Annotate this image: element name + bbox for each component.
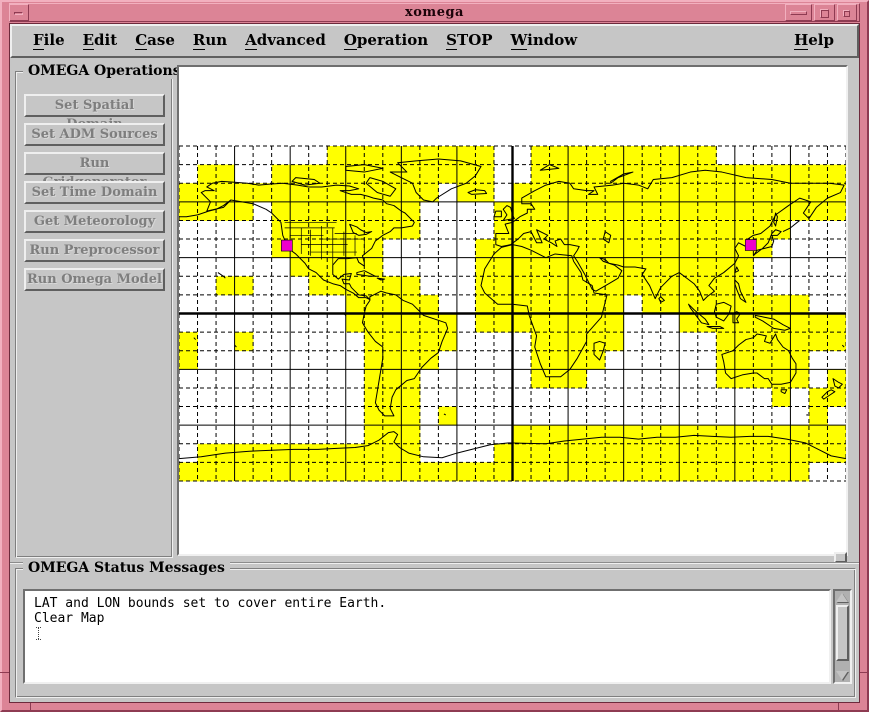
frame-seam bbox=[0, 672, 9, 673]
restore-button[interactable] bbox=[837, 4, 857, 21]
menu-run[interactable]: Run bbox=[184, 26, 236, 55]
status-vertical-scrollbar[interactable] bbox=[833, 589, 852, 684]
maximize-button[interactable] bbox=[814, 4, 835, 21]
world-map-canvas[interactable] bbox=[179, 67, 846, 554]
status-line: Clear Map bbox=[34, 611, 829, 626]
menu-help[interactable]: Help bbox=[785, 26, 843, 55]
menu-operation[interactable]: Operation bbox=[335, 26, 437, 55]
text-cursor bbox=[35, 627, 42, 640]
scroll-up-arrow-icon[interactable] bbox=[836, 593, 848, 602]
frame-seam bbox=[838, 703, 839, 712]
menubar: FileEditCaseRunAdvancedOperationSTOPWind… bbox=[10, 24, 859, 58]
status-text-area[interactable]: LAT and LON bounds set to cover entire E… bbox=[23, 589, 831, 684]
minimize-button[interactable] bbox=[785, 4, 812, 21]
button-run-omega-model[interactable]: Run Omega Model bbox=[24, 268, 165, 291]
maximize-icon bbox=[820, 9, 829, 18]
restore-icon bbox=[843, 10, 850, 17]
window-title: xomega bbox=[10, 5, 859, 20]
map-viewport[interactable] bbox=[177, 65, 848, 556]
scrollbar-thumb[interactable] bbox=[836, 605, 849, 661]
menu-case[interactable]: Case bbox=[126, 26, 184, 55]
menu-window[interactable]: Window bbox=[502, 26, 587, 55]
menu-advanced[interactable]: Advanced bbox=[236, 26, 335, 55]
button-set-spatial-domain[interactable]: Set Spatial Domain bbox=[24, 94, 165, 117]
frame-seam bbox=[860, 672, 869, 673]
button-run-preprocessor[interactable]: Run Preprocessor bbox=[24, 239, 165, 262]
scroll-down-arrow-icon[interactable] bbox=[836, 671, 848, 680]
minimize-icon bbox=[790, 11, 807, 15]
menu-file[interactable]: File bbox=[24, 26, 74, 55]
status-lines: LAT and LON bounds set to cover entire E… bbox=[34, 596, 829, 626]
button-set-adm-sources[interactable]: Set ADM Sources bbox=[24, 123, 165, 146]
menu-stop[interactable]: STOP bbox=[437, 26, 501, 55]
frame-seam bbox=[30, 703, 31, 712]
omega-operations-frame: OMEGA Operations Set Spatial DomainSet A… bbox=[15, 71, 173, 558]
titlebar[interactable]: xomega bbox=[9, 3, 860, 22]
button-run-gridgenerator[interactable]: Run Gridgenerator bbox=[24, 152, 165, 175]
menu-edit[interactable]: Edit bbox=[74, 26, 127, 55]
status-line: LAT and LON bounds set to cover entire E… bbox=[34, 596, 829, 611]
status-messages-title: OMEGA Status Messages bbox=[23, 560, 230, 576]
window: xomega FileEditCaseRunAdvancedOperationS… bbox=[0, 0, 869, 712]
client-area: FileEditCaseRunAdvancedOperationSTOPWind… bbox=[9, 23, 860, 703]
button-set-time-domain[interactable]: Set Time Domain bbox=[24, 181, 165, 204]
omega-operations-title: OMEGA Operations bbox=[23, 63, 186, 79]
button-get-meteorology[interactable]: Get Meteorology bbox=[24, 210, 165, 233]
